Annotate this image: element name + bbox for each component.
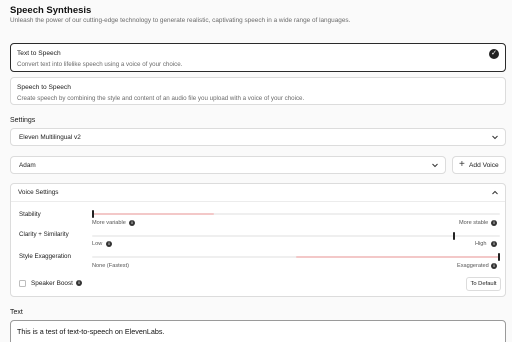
stability-slider-fill (92, 213, 214, 215)
mode-card-speech-to-speech[interactable]: Speech to Speech Create speech by combin… (10, 77, 506, 105)
speech-synthesis-page: Speech Synthesis Unleash the power of ou… (0, 0, 512, 342)
voice-select-value: Adam (19, 162, 36, 169)
style-slider-fill (296, 256, 500, 258)
text-input[interactable]: This is a test of text-to-speech on Elev… (10, 320, 506, 342)
stability-min-label: More variable (92, 220, 126, 226)
mode-card-text-to-speech[interactable]: Text to Speech Convert text into lifelik… (10, 43, 506, 72)
style-label: Style Exaggeration (19, 253, 71, 260)
voice-select[interactable]: Adam (10, 156, 446, 174)
page-subtitle: Unleash the power of our cutting-edge te… (10, 17, 351, 24)
stability-max-label: More stable (459, 220, 489, 226)
mode-description: Convert text into lifelike speech using … (17, 61, 183, 68)
stability-label: Stability (19, 211, 41, 218)
text-input-value: This is a test of text-to-speech on Elev… (17, 327, 165, 336)
page-title: Speech Synthesis (10, 5, 92, 16)
settings-label: Settings (10, 117, 36, 124)
chevron-down-icon (432, 163, 438, 168)
voice-settings-title: Voice Settings (18, 189, 59, 196)
stability-slider-thumb[interactable] (92, 210, 94, 218)
model-select[interactable]: Eleven Multilingual v2 (10, 128, 506, 146)
info-icon[interactable]: i (106, 241, 112, 247)
info-icon[interactable]: i (491, 241, 497, 247)
voice-settings-header[interactable]: Voice Settings (11, 184, 505, 202)
chevron-down-icon (492, 135, 498, 140)
clarity-label: Clarity + Similarity (19, 231, 69, 238)
mode-description: Create speech by combining the style and… (17, 95, 305, 102)
to-default-button[interactable]: To Default (466, 277, 501, 291)
clarity-slider[interactable] (92, 232, 500, 240)
add-voice-label: Add Voice (469, 162, 499, 169)
style-slider-thumb[interactable] (498, 253, 500, 261)
speaker-boost-checkbox[interactable] (19, 280, 26, 287)
voice-settings-panel: Voice Settings Stability More variable i… (10, 183, 506, 297)
text-section-label: Text (10, 309, 23, 316)
speaker-boost-label: Speaker Boost (31, 280, 73, 287)
style-max-label: Exaggerated (457, 263, 489, 269)
clarity-min-label: Low (92, 241, 103, 247)
info-icon[interactable]: i (491, 220, 497, 226)
check-circle-icon: ✓ (489, 49, 499, 59)
info-icon[interactable]: i (491, 263, 497, 269)
chevron-up-icon (492, 190, 498, 195)
model-select-value: Eleven Multilingual v2 (19, 134, 81, 141)
style-slider[interactable] (92, 253, 500, 261)
style-min-label: None (Fastest) (92, 263, 129, 269)
add-voice-button[interactable]: + Add Voice (452, 156, 506, 174)
clarity-slider-thumb[interactable] (453, 232, 455, 240)
mode-title: Text to Speech (17, 50, 61, 57)
stability-slider[interactable] (92, 210, 500, 218)
plus-icon: + (459, 159, 465, 170)
mode-title: Speech to Speech (17, 84, 71, 91)
info-icon[interactable]: i (76, 280, 82, 286)
clarity-max-label: High (475, 241, 487, 247)
info-icon[interactable]: i (129, 220, 135, 226)
